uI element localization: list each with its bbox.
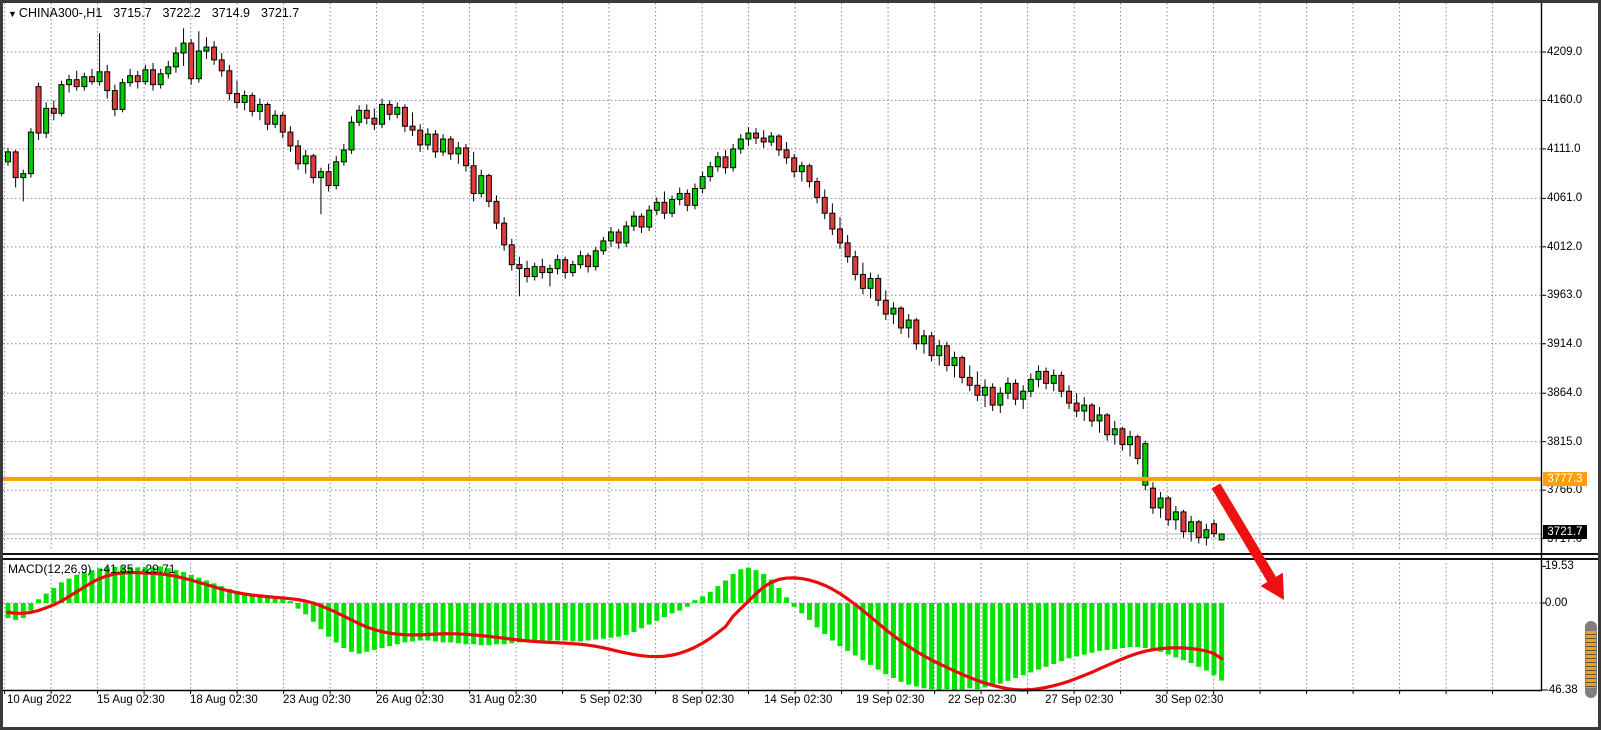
time-axis-label: 5 Sep 02:30	[580, 694, 642, 706]
ohlc-open: 3715.7	[113, 6, 151, 20]
time-axis-label: 10 Aug 2022	[7, 694, 72, 706]
time-axis-label: 19 Sep 02:30	[856, 694, 924, 706]
time-axis-label: 31 Aug 02:30	[469, 694, 537, 706]
ohlc-high: 3722.2	[163, 6, 201, 20]
macd-axis-label: 0.00	[1545, 597, 1567, 609]
time-axis-label: 15 Aug 02:30	[97, 694, 165, 706]
macd-name: MACD(12,26,9)	[8, 562, 91, 576]
symbol-name: CHINA300-,H1	[19, 6, 102, 20]
time-axis-label: 14 Sep 02:30	[764, 694, 832, 706]
time-axis-label: 22 Sep 02:30	[948, 694, 1016, 706]
window-border-top	[0, 0, 1601, 3]
bid-price-badge: 3721.7	[1543, 525, 1587, 539]
time-axis-label: 27 Sep 02:30	[1045, 694, 1113, 706]
time-axis-label: 30 Sep 02:30	[1155, 694, 1223, 706]
symbol-header: ▼CHINA300-,H1 3715.7 3722.2 3714.9 3721.…	[8, 6, 299, 20]
macd-axis-label: -46.38	[1545, 684, 1578, 696]
price-axis-label: 4111.0	[1547, 143, 1580, 155]
macd-axis-label: 19.53	[1545, 560, 1574, 572]
time-axis-label: 8 Sep 02:30	[672, 694, 734, 706]
macd-main-value: -41.35	[99, 562, 133, 576]
price-axis-label: 4012.0	[1547, 241, 1582, 253]
scrollbar-grip-icon	[1586, 631, 1596, 688]
price-line-badge: 3777.3	[1543, 472, 1587, 486]
time-axis-label: 26 Aug 02:30	[376, 694, 444, 706]
time-axis-label: 23 Aug 02:30	[283, 694, 351, 706]
price-axis-label: 3815.0	[1547, 436, 1582, 448]
time-axis-label: 18 Aug 02:30	[190, 694, 258, 706]
ohlc-low: 3714.9	[212, 6, 250, 20]
macd-indicator-label: MACD(12,26,9) -41.35 -29.71	[8, 562, 175, 576]
window-border-left	[0, 0, 3, 730]
symbol-dropdown-icon[interactable]: ▼CHINA300-,H1	[8, 6, 102, 20]
chart-window: ▼CHINA300-,H1 3715.7 3722.2 3714.9 3721.…	[0, 0, 1601, 730]
price-axis-label: 4061.0	[1547, 192, 1582, 204]
price-axis-label: 4209.0	[1547, 46, 1582, 58]
ohlc-close: 3721.7	[261, 6, 299, 20]
chart-canvas[interactable]	[0, 0, 1601, 730]
price-axis-label: 3914.0	[1547, 338, 1582, 350]
price-axis-label: 3864.0	[1547, 387, 1582, 399]
price-axis-label: 3963.0	[1547, 289, 1582, 301]
price-axis-label: 4160.0	[1547, 94, 1582, 106]
scrollbar-thumb[interactable]	[1585, 621, 1597, 698]
macd-signal-value: -29.71	[141, 562, 175, 576]
